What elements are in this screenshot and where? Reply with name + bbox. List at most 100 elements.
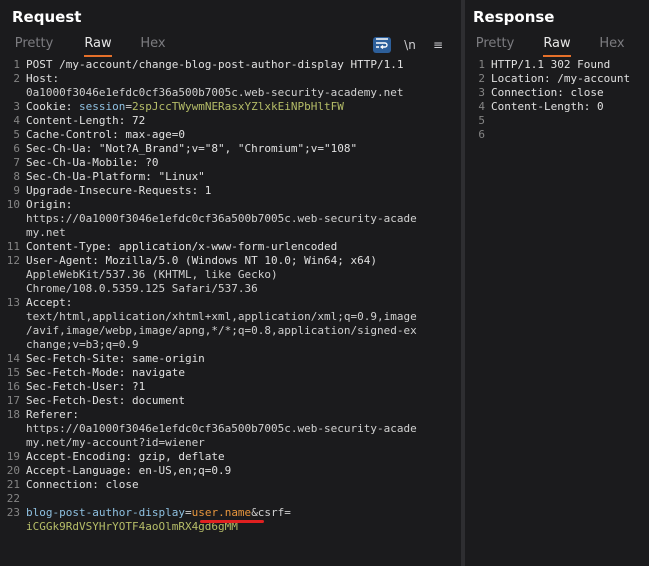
- code-line: 1 POST /my-account/change-blog-post-autho…: [0, 58, 461, 72]
- line-number: 5: [13, 128, 20, 141]
- code-line: 2 Location: /my-account: [465, 72, 649, 86]
- line-text: Upgrade-Insecure-Requests: 1: [26, 184, 212, 197]
- line-text: Content-Type: application/x-www-form-url…: [26, 240, 338, 253]
- code-line: 4 Content-Length: 0: [465, 100, 649, 114]
- line-number: [0, 268, 26, 282]
- line-text: Accept:: [26, 296, 79, 309]
- response-editor[interactable]: 1 HTTP/1.1 302 Found 2 Location: /my-accoun…: [465, 58, 649, 142]
- code-line: 22: [0, 492, 461, 506]
- code-line: 3 Cookie: session=2spJccTWywmNERasxYZlxkE…: [0, 100, 461, 114]
- line-text: Content-Length: 72: [26, 114, 146, 127]
- line-text: change;v=b3;q=0.9: [26, 338, 139, 351]
- tab-pretty[interactable]: Pretty: [469, 36, 521, 54]
- code-line: 0a1000f3046e1efdc0cf36a500b7005c.web-sec…: [0, 86, 461, 100]
- line-text: Sec-Fetch-Dest: document: [26, 394, 185, 407]
- code-line: 12 User-Agent: Mozilla/5.0 (Windows NT 10…: [0, 254, 461, 268]
- line-number: [0, 212, 26, 226]
- line-number: 9: [13, 184, 20, 197]
- line-text: POST /my-account/change-blog-post-author…: [26, 58, 404, 71]
- code-line: 11 Content-Type: application/x-www-form-u…: [0, 240, 461, 254]
- line-number: 19: [6, 450, 20, 463]
- code-line: 18 Referer:: [0, 408, 461, 422]
- line-number: [0, 520, 26, 534]
- line-text: AppleWebKit/537.36 (KHTML, like Gecko): [26, 268, 278, 281]
- code-line: 6: [465, 128, 649, 142]
- newline-icon[interactable]: \n: [401, 37, 419, 53]
- line-number: 20: [6, 464, 20, 477]
- line-number: 23: [6, 506, 20, 519]
- line-number: [0, 86, 26, 100]
- response-title: Response: [473, 8, 555, 26]
- highlight-underline: [200, 520, 264, 523]
- response-pane: Response Pretty Raw Hex 1 HTTP/1.1 302 Fo…: [465, 0, 649, 566]
- line-number: 8: [13, 170, 20, 183]
- menu-icon[interactable]: ≡: [429, 37, 447, 53]
- tab-pretty[interactable]: Pretty: [8, 36, 60, 54]
- line-number: 6: [13, 142, 20, 155]
- line-number: [0, 226, 26, 240]
- code-line: 13 Accept:: [0, 296, 461, 310]
- line-text: Accept-Encoding: gzip, deflate: [26, 450, 225, 463]
- line-number: [0, 282, 26, 296]
- line-text: Sec-Fetch-User: ?1: [26, 380, 146, 393]
- line-text: 0a1000f3046e1efdc0cf36a500b7005c.web-sec…: [26, 86, 404, 99]
- line-number: [0, 310, 26, 324]
- code-line: 2 Host:: [0, 72, 461, 86]
- line-text: /avif,image/webp,image/apng,*/*;q=0.8,ap…: [26, 324, 417, 337]
- code-line: my.net: [0, 226, 461, 240]
- request-pane: Request Pretty Raw Hex \n ≡ 1 POST /my-ac…: [0, 0, 461, 566]
- line-number: 2: [13, 72, 20, 85]
- code-line: 9 Upgrade-Insecure-Requests: 1: [0, 184, 461, 198]
- code-line: 7 Sec-Ch-Ua-Mobile: ?0: [0, 156, 461, 170]
- line-text: Sec-Fetch-Site: same-origin: [26, 352, 205, 365]
- line-number: 18: [6, 408, 20, 421]
- line-number: [0, 422, 26, 436]
- line-number: 16: [6, 380, 20, 393]
- line-number: [0, 436, 26, 450]
- code-line: 3 Connection: close: [465, 86, 649, 100]
- code-line: my.net/my-account?id=wiener: [0, 436, 461, 450]
- line-number: 7: [13, 156, 20, 169]
- code-line: 5: [465, 114, 649, 128]
- line-text: text/html,application/xhtml+xml,applicat…: [26, 310, 417, 323]
- code-line: 8 Sec-Ch-Ua-Platform: "Linux": [0, 170, 461, 184]
- tab-raw[interactable]: Raw: [70, 36, 126, 57]
- line-text: Cookie: session=2spJccTWywmNERasxYZlxkEi…: [26, 100, 344, 113]
- code-line: 21 Connection: close: [0, 478, 461, 492]
- line-text: Accept-Language: en-US,en;q=0.9: [26, 464, 232, 477]
- code-line: 23 blog-post-author-display=user.name&csr…: [0, 506, 461, 520]
- wrap-icon[interactable]: [373, 37, 391, 53]
- line-number: 1: [478, 58, 485, 71]
- line-text: Chrome/108.0.5359.125 Safari/537.36: [26, 282, 258, 295]
- line-number: 3: [13, 100, 20, 113]
- code-line: text/html,application/xhtml+xml,applicat…: [0, 310, 461, 324]
- line-number: [0, 324, 26, 338]
- line-number: 10: [6, 198, 20, 211]
- line-text: my.net/my-account?id=wiener: [26, 436, 205, 449]
- code-line: /avif,image/webp,image/apng,*/*;q=0.8,ap…: [0, 324, 461, 338]
- line-text: Sec-Ch-Ua-Mobile: ?0: [26, 156, 159, 169]
- line-text: User-Agent: Mozilla/5.0 (Windows NT 10.0…: [26, 254, 377, 267]
- line-text: Sec-Ch-Ua: "Not?A_Brand";v="8", "Chromiu…: [26, 142, 358, 155]
- line-number: 1: [13, 58, 20, 71]
- line-text: Connection: close: [491, 86, 604, 99]
- line-number: 4: [478, 100, 485, 113]
- tab-hex[interactable]: Hex: [591, 36, 633, 54]
- line-number: 13: [6, 296, 20, 309]
- code-line: 4 Content-Length: 72: [0, 114, 461, 128]
- code-line: 1 HTTP/1.1 302 Found: [465, 58, 649, 72]
- line-number: 15: [6, 366, 20, 379]
- code-line: 17 Sec-Fetch-Dest: document: [0, 394, 461, 408]
- line-number: 2: [478, 72, 485, 85]
- response-tabs: Pretty Raw Hex: [465, 36, 649, 58]
- tab-raw[interactable]: Raw: [529, 36, 585, 57]
- line-text: Content-Length: 0: [491, 100, 604, 113]
- line-text: Sec-Ch-Ua-Platform: "Linux": [26, 170, 205, 183]
- line-text: https://0a1000f3046e1efdc0cf36a500b7005c…: [26, 212, 417, 225]
- code-line: 15 Sec-Fetch-Mode: navigate: [0, 366, 461, 380]
- code-line: 19 Accept-Encoding: gzip, deflate: [0, 450, 461, 464]
- tab-hex[interactable]: Hex: [132, 36, 174, 54]
- line-number: 11: [6, 240, 20, 253]
- request-editor[interactable]: 1 POST /my-account/change-blog-post-autho…: [0, 58, 461, 534]
- line-text: HTTP/1.1 302 Found: [491, 58, 611, 71]
